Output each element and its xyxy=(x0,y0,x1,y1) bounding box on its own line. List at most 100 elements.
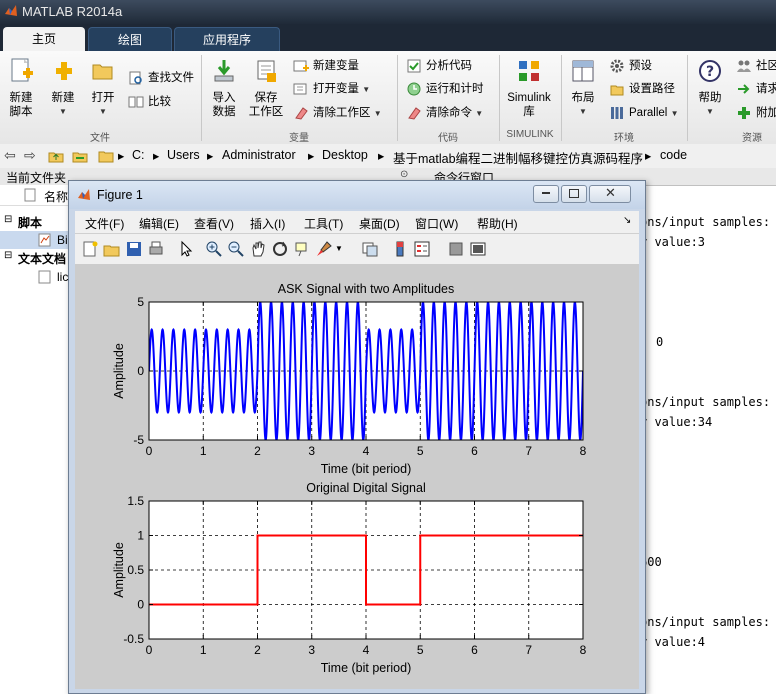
file-item-text[interactable]: lic xyxy=(0,268,70,286)
menu-window[interactable]: 窗口(W) xyxy=(415,215,458,232)
save-workspace-button[interactable]: 保存 工作区 xyxy=(246,57,286,119)
help-button[interactable]: ? 帮助 ▼ xyxy=(693,57,727,119)
print-icon[interactable] xyxy=(147,240,165,258)
request-support-button[interactable]: 请求 xyxy=(736,80,776,98)
compare-button[interactable]: 比较 xyxy=(128,93,171,111)
analyze-code-button[interactable]: 分析代码 xyxy=(406,57,472,75)
community-button[interactable]: 社区 xyxy=(736,57,776,75)
x-tick-label: 8 xyxy=(580,444,587,458)
clear-commands-button[interactable]: 清除命令 ▼ xyxy=(406,104,483,122)
group-label-code: 代码 xyxy=(438,133,458,144)
file-item-script[interactable]: Bi xyxy=(0,231,70,249)
zoom-out-icon[interactable] xyxy=(227,240,245,258)
maximize-button[interactable] xyxy=(561,185,587,203)
open-file-icon[interactable] xyxy=(103,240,121,258)
open-button[interactable]: 打开 ▼ xyxy=(86,57,120,119)
data-cursor-icon[interactable] xyxy=(293,240,311,258)
zoom-in-icon[interactable] xyxy=(205,240,223,258)
breadcrumb-users[interactable]: Users xyxy=(167,148,200,162)
community-icon xyxy=(737,60,751,72)
rotate-3d-icon[interactable] xyxy=(271,240,289,258)
breadcrumb-code[interactable]: code xyxy=(660,148,687,162)
current-folder-title: 当前文件夹 xyxy=(6,171,67,185)
save-icon[interactable] xyxy=(125,240,143,258)
layout-button[interactable]: 布局 ▼ xyxy=(566,57,600,119)
breadcrumb-administrator[interactable]: Administrator xyxy=(222,148,296,162)
select-pointer-icon[interactable] xyxy=(177,240,195,258)
set-path-label: 设置路径 xyxy=(629,83,675,95)
hide-plot-tools-icon[interactable] xyxy=(447,240,465,258)
x-tick-label: 5 xyxy=(417,444,424,458)
name-column-header[interactable]: 名称 xyxy=(0,185,70,206)
menu-insert[interactable]: 插入(I) xyxy=(250,215,285,232)
breadcrumb-drive[interactable]: C: xyxy=(132,148,145,162)
command-output-line: ons/input samples: xyxy=(640,215,771,229)
maximize-icon xyxy=(569,189,579,198)
text-file-icon xyxy=(38,270,51,284)
minimize-button[interactable] xyxy=(533,185,559,203)
brush-dropdown-arrow-icon[interactable]: ▼ xyxy=(335,244,353,262)
simulink-library-button[interactable]: Simulink 库 xyxy=(503,57,555,119)
collapse-icon[interactable]: ⊟ xyxy=(4,250,12,261)
menu-help[interactable]: 帮助(H) xyxy=(477,215,518,232)
menu-tools[interactable]: 工具(T) xyxy=(304,215,343,232)
find-files-button[interactable]: 查找文件 xyxy=(128,69,194,87)
tab-plots[interactable]: 绘图 xyxy=(88,27,172,52)
menu-file[interactable]: 文件(F) xyxy=(85,215,124,232)
y-axis-label: Amplitude xyxy=(112,542,126,598)
menu-edit[interactable]: 编辑(E) xyxy=(139,215,179,232)
forward-arrow-icon[interactable]: ⇨ xyxy=(24,147,36,164)
import-data-button[interactable]: 导入 数据 xyxy=(206,57,242,119)
new-script-button[interactable]: 新建 脚本 xyxy=(4,57,38,119)
addons-button[interactable]: 附加 xyxy=(736,104,776,122)
tab-home[interactable]: 主页 xyxy=(3,27,85,51)
colorbar-icon[interactable] xyxy=(391,240,409,258)
menu-view[interactable]: 查看(V) xyxy=(194,215,234,232)
figure-window: Figure 1 ✕ 文件(F) 编辑(E) 查看(V) 插入(I) 工具(T)… xyxy=(68,180,646,694)
tab-apps[interactable]: 应用程序 xyxy=(174,27,280,52)
legend-icon[interactable] xyxy=(413,240,431,258)
run-and-time-button[interactable]: 运行和计时 xyxy=(406,80,484,98)
file-column-icon xyxy=(24,188,36,202)
brush-icon[interactable] xyxy=(315,240,333,258)
x-tick-label: 3 xyxy=(308,643,315,657)
up-folder-icon[interactable] xyxy=(48,148,64,164)
section-text-docs[interactable]: ⊟ 文本文档 xyxy=(0,250,70,266)
pan-hand-icon[interactable] xyxy=(249,240,267,258)
y-tick-label: 0 xyxy=(137,364,144,378)
new-button[interactable]: 新建 ▼ xyxy=(46,57,80,119)
link-plot-icon[interactable] xyxy=(361,240,379,258)
menu-desktop[interactable]: 桌面(D) xyxy=(359,215,400,232)
preferences-button[interactable]: 预设 xyxy=(609,57,652,75)
clear-workspace-button[interactable]: 清除工作区 ▼ xyxy=(293,104,382,122)
x-tick-label: 7 xyxy=(525,643,532,657)
ribbon-tab-bar: 主页 绘图 应用程序 xyxy=(0,24,776,52)
x-tick-label: 1 xyxy=(200,643,207,657)
new-variable-button[interactable]: 新建变量 xyxy=(293,57,359,75)
set-path-button[interactable]: 设置路径 xyxy=(609,80,675,98)
group-separator xyxy=(687,55,688,141)
save-workspace-icon xyxy=(257,60,276,82)
x-tick-label: 2 xyxy=(254,643,261,657)
close-button[interactable]: ✕ xyxy=(589,185,631,203)
breadcrumb-project-folder[interactable]: 基于matlab编程二进制幅移键控仿真源码程序 xyxy=(393,148,643,167)
breadcrumb-desktop[interactable]: Desktop xyxy=(322,148,368,162)
panel-menu-icon[interactable]: ⊙ xyxy=(400,169,408,180)
run-and-time-icon xyxy=(407,82,421,96)
section-scripts[interactable]: ⊟ 脚本 xyxy=(0,214,70,230)
parallel-button[interactable]: Parallel ▼ xyxy=(609,104,678,122)
new-script-label-1: 新建 xyxy=(9,92,33,104)
show-plot-tools-icon[interactable] xyxy=(469,240,487,258)
clear-commands-icon xyxy=(408,107,421,120)
help-question-icon: ? xyxy=(699,60,721,82)
collapse-icon[interactable]: ⊟ xyxy=(4,214,12,225)
svg-text:?: ? xyxy=(706,64,714,80)
matlab-logo-icon xyxy=(78,189,90,200)
dock-arrow-icon[interactable]: ↘ xyxy=(623,215,631,226)
back-arrow-icon[interactable]: ⇦ xyxy=(4,147,16,164)
open-variable-button[interactable]: 打开变量 ▼ xyxy=(293,80,370,98)
open-variable-arrow-icon: ▼ xyxy=(362,85,371,94)
clear-commands-arrow-icon: ▼ xyxy=(475,109,484,118)
browse-folder-icon[interactable] xyxy=(72,148,88,164)
new-figure-icon[interactable] xyxy=(81,240,99,258)
